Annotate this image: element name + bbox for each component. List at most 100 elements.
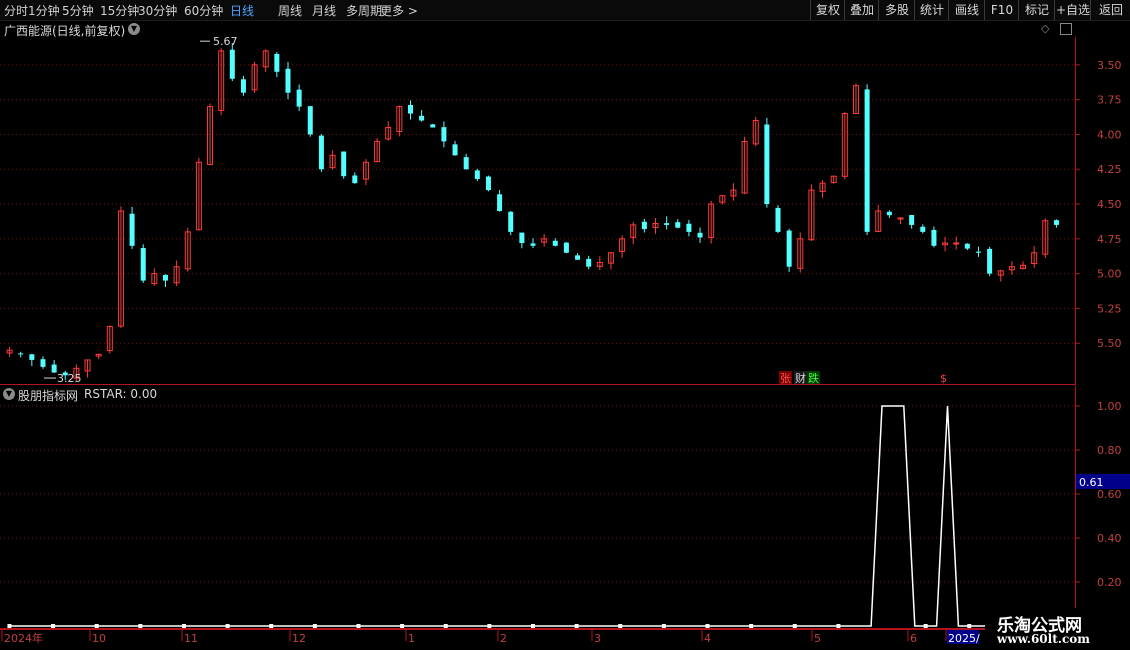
main-panel-header: 广西能源(日线,前复权) ▼ ◇ [0, 21, 1075, 38]
chevron-down-icon[interactable]: ▼ [3, 388, 15, 400]
tick-label: 0.60 [1097, 488, 1122, 501]
candle-body [964, 243, 970, 249]
rstar-marker [443, 624, 448, 628]
candle-body [18, 353, 24, 355]
timeframe-tab[interactable]: 多周期 [346, 2, 382, 19]
candle-body [953, 242, 960, 245]
rstar-marker [269, 624, 274, 628]
rstar-marker [225, 624, 230, 628]
candle-body [29, 354, 35, 360]
toolbar-button[interactable]: +自选 [1054, 0, 1091, 20]
rstar-marker [94, 624, 99, 628]
candle-body [40, 359, 46, 367]
tick-label: 4.75 [1097, 233, 1122, 246]
date-label: 10 [92, 632, 106, 645]
diamond-icon[interactable]: ◇ [1041, 22, 1049, 35]
date-label: 2025/ [948, 632, 980, 645]
rstar-marker [400, 624, 405, 628]
rstar-marker [574, 624, 579, 628]
candle-body [352, 175, 358, 184]
candle-body [441, 127, 447, 142]
candle-body [675, 222, 681, 228]
candle-body [764, 124, 770, 205]
candle-body [586, 258, 592, 267]
candle-body [51, 364, 57, 373]
event-tag: 财 [795, 371, 806, 385]
timeframe-tab[interactable]: 日线 [230, 2, 254, 19]
max-price-label: 5.67 [213, 37, 238, 48]
indicator-axis: 0.20 0.40 0.60 0.80 1.00 0.61 [1075, 386, 1130, 629]
watermark-url: www.60lt.com [997, 632, 1090, 646]
candle-body [285, 68, 291, 93]
candle-body [162, 274, 168, 281]
toolbar-button[interactable]: 复权 [810, 0, 845, 20]
candle-body [519, 232, 525, 244]
tick-label: 0.20 [1097, 576, 1122, 589]
rstar-marker [705, 624, 710, 628]
tick-label: 4.25 [1097, 163, 1122, 176]
date-label: 12 [292, 632, 306, 645]
tick-label: 3.50 [1097, 59, 1122, 72]
date-label: 5 [814, 632, 821, 645]
candle-body [452, 144, 458, 156]
date-label: 11 [184, 632, 198, 645]
indicator-header: ▼ 股朋指标网 RSTAR: 0.00 [0, 386, 1075, 403]
candle-body [407, 104, 413, 114]
timeframe-tab[interactable]: 30分钟 [138, 2, 177, 19]
candle-body [229, 49, 235, 79]
candlestick-chart[interactable]: 5.67 3.25 张财跌 $ [0, 37, 1075, 385]
candle-body [931, 229, 937, 246]
event-tag: 跌 [808, 371, 819, 385]
timeframe-tab[interactable]: 周线 [278, 2, 302, 19]
candle-body [485, 176, 491, 191]
candle-body [318, 135, 324, 170]
candle-body [775, 207, 781, 232]
rstar-marker [531, 624, 535, 628]
tick-label: 0.80 [1097, 444, 1122, 457]
timeframe-tab[interactable]: 15分钟 [100, 2, 139, 19]
candle-body [474, 170, 480, 179]
toolbar-button[interactable]: 多股 [878, 0, 915, 20]
indicator-source: 股朋指标网 [18, 389, 79, 403]
toolbar-button[interactable]: 统计 [914, 0, 949, 20]
timeframe-tab[interactable]: 月线 [312, 2, 336, 19]
candle-body [1053, 220, 1059, 225]
candle-body [140, 248, 146, 281]
current-value-label: 0.61 [1079, 476, 1104, 489]
tick-label: 5.25 [1097, 302, 1122, 315]
rstar-marker [836, 624, 841, 628]
date-label: 6 [910, 632, 917, 645]
toolbar-button[interactable]: 标记 [1018, 0, 1055, 20]
indicator-chart[interactable] [0, 386, 1075, 629]
date-label: 2 [500, 632, 507, 645]
toolbar-button[interactable]: 返回 [1090, 0, 1130, 20]
timeframe-tab[interactable]: 更多 > [380, 2, 418, 19]
rstar-line [9, 405, 1057, 627]
period-toolbar: 分时 1分钟 5分钟 15分钟 30分钟 60分钟 日线 周线 月线 多周期 更多 > 复权 叠加 多股统… [0, 0, 1130, 21]
min-price-label: 3.25 [57, 372, 82, 385]
candle-body [920, 226, 926, 232]
rstar-marker [749, 624, 754, 628]
price-axis: 5.50 5.25 5.00 4.75 4.50 4.25 4.00 3.75 3.50 [1075, 37, 1122, 385]
timeframe-tab[interactable]: 1分钟 [28, 2, 60, 19]
candle-body [274, 53, 280, 72]
toolbar-button[interactable]: 画线 [948, 0, 985, 20]
candle-body [419, 115, 425, 121]
timeframe-tab[interactable]: 分时 [4, 2, 28, 19]
toolbar-button[interactable]: F10 [984, 0, 1019, 20]
toolbar-button[interactable]: 叠加 [844, 0, 879, 20]
candle-body [641, 221, 647, 230]
candle-body [552, 240, 558, 246]
candle-body [575, 255, 581, 260]
candle-body [987, 248, 993, 274]
timeframe-tab[interactable]: 60分钟 [184, 2, 223, 19]
window-toggle-icon[interactable] [1060, 23, 1072, 35]
tick-label: 0.40 [1097, 532, 1122, 545]
chevron-down-icon[interactable]: ▼ [128, 23, 140, 35]
candle-body [508, 211, 514, 232]
rstar-marker [138, 624, 143, 628]
timeframe-tab[interactable]: 5分钟 [62, 2, 94, 19]
event-tag: 张 [780, 372, 791, 385]
rstar-marker [792, 624, 797, 628]
candle-body [909, 215, 915, 225]
